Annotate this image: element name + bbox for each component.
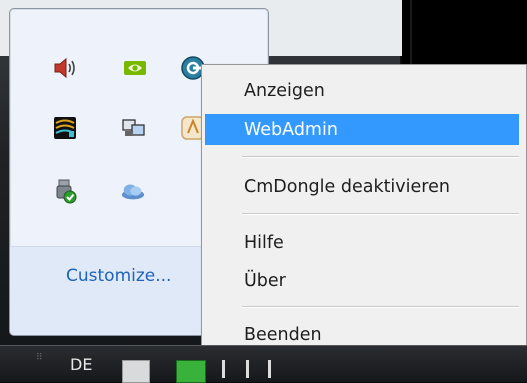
- flag-tray-icon[interactable]: [246, 360, 261, 378]
- menu-item-label: Hilfe: [244, 232, 284, 253]
- menu-item-label: Anzeigen: [244, 80, 325, 101]
- language-indicator[interactable]: DE: [70, 355, 92, 374]
- taskbar-grip-icon[interactable]: ⠿: [36, 354, 50, 370]
- display-adapter-icon[interactable]: [120, 115, 146, 141]
- network-monitor-icon[interactable]: [52, 115, 78, 141]
- network-tray-icon[interactable]: [222, 360, 237, 378]
- menu-item-hilfe[interactable]: Hilfe: [205, 227, 519, 258]
- menu-separator: [242, 213, 519, 215]
- menu-item-label: WebAdmin: [244, 119, 338, 140]
- volume-tray-icon[interactable]: [268, 360, 283, 378]
- menu-item-label: CmDongle deaktivieren: [244, 176, 450, 197]
- keyboard-tray-icon[interactable]: [122, 360, 150, 383]
- speaker-icon[interactable]: [52, 55, 78, 81]
- menu-item-webadmin[interactable]: WebAdmin: [205, 114, 519, 145]
- cloud-icon[interactable]: [120, 178, 146, 204]
- menu-item-ueber[interactable]: Über: [205, 265, 519, 296]
- menu-item-label: Beenden: [244, 324, 322, 345]
- usb-safely-remove-icon[interactable]: [52, 178, 78, 204]
- menu-item-anzeigen[interactable]: Anzeigen: [205, 75, 519, 106]
- menu-item-cmdongle-deaktivieren[interactable]: CmDongle deaktivieren: [205, 171, 519, 202]
- monitor-tray-icon[interactable]: [176, 360, 206, 383]
- menu-item-label: Über: [244, 270, 286, 291]
- tray-context-menu: Anzeigen WebAdmin CmDongle deaktivieren …: [201, 64, 527, 362]
- nvidia-icon[interactable]: [122, 55, 148, 81]
- customize-link[interactable]: Customize...: [66, 266, 171, 286]
- menu-separator: [242, 306, 519, 308]
- menu-separator: [242, 156, 519, 158]
